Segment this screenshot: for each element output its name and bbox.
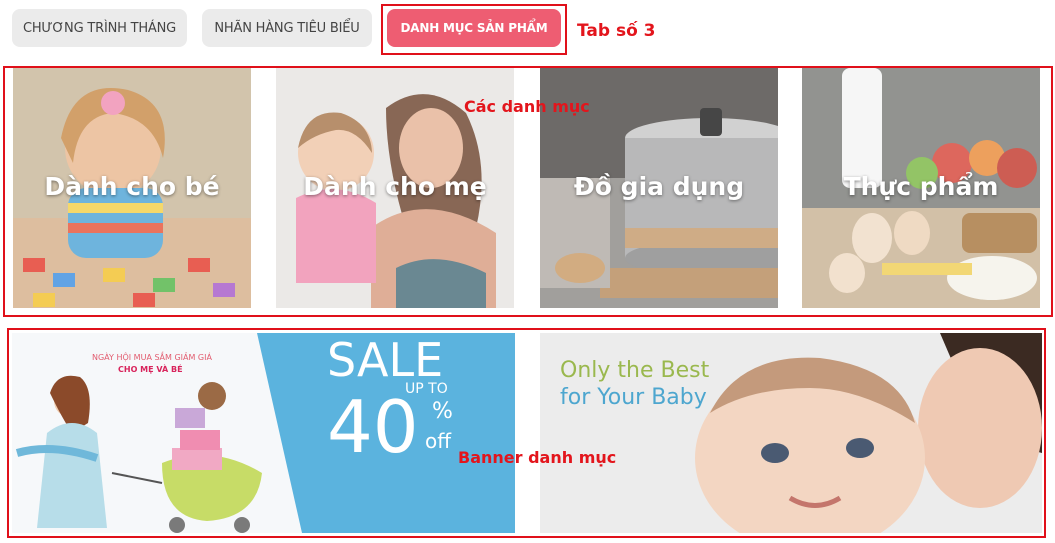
- category-card-baby[interactable]: Dành cho bé: [13, 68, 251, 308]
- tab-monthly-program[interactable]: CHƯƠNG TRÌNH THÁNG: [12, 9, 187, 47]
- category-label-food: Thực phẩm: [843, 172, 999, 201]
- banner-baby-line2: for Your Baby: [560, 385, 707, 410]
- tab-annotation-label: Tab số 3: [577, 21, 656, 41]
- banner-sale-event-line: NGÀY HỘI MUA SẮM GIẢM GIÁ: [92, 353, 212, 362]
- banner-sale-percent: %: [432, 399, 453, 424]
- categories-annotation-label: Các danh mục: [464, 97, 590, 116]
- banner-sale-off: off: [425, 429, 452, 453]
- category-card-food[interactable]: Thực phẩm: [802, 68, 1040, 308]
- category-label-baby: Dành cho bé: [44, 172, 220, 201]
- tab-product-categories[interactable]: DANH MỤC SẢN PHẨM: [387, 9, 561, 47]
- banner-sale[interactable]: NGÀY HỘI MUA SẮM GIẢM GIÁ CHO MẸ VÀ BÉ S…: [12, 333, 515, 533]
- banner-baby-line1: Only the Best: [560, 358, 710, 383]
- banner-sale-sub-line: CHO MẸ VÀ BÉ: [118, 365, 183, 374]
- banners-annotation-label: Banner danh mục: [458, 448, 617, 467]
- category-label-mom: Dành cho mẹ: [303, 172, 487, 201]
- banner-sale-amount: 40: [327, 385, 419, 469]
- tab-featured-brands[interactable]: NHÃN HÀNG TIÊU BIỂU: [202, 9, 372, 47]
- category-label-household: Đồ gia dụng: [573, 172, 745, 201]
- banner-sale-title: SALE: [327, 333, 444, 387]
- banner-baby[interactable]: Only the Best for Your Baby: [540, 333, 1042, 533]
